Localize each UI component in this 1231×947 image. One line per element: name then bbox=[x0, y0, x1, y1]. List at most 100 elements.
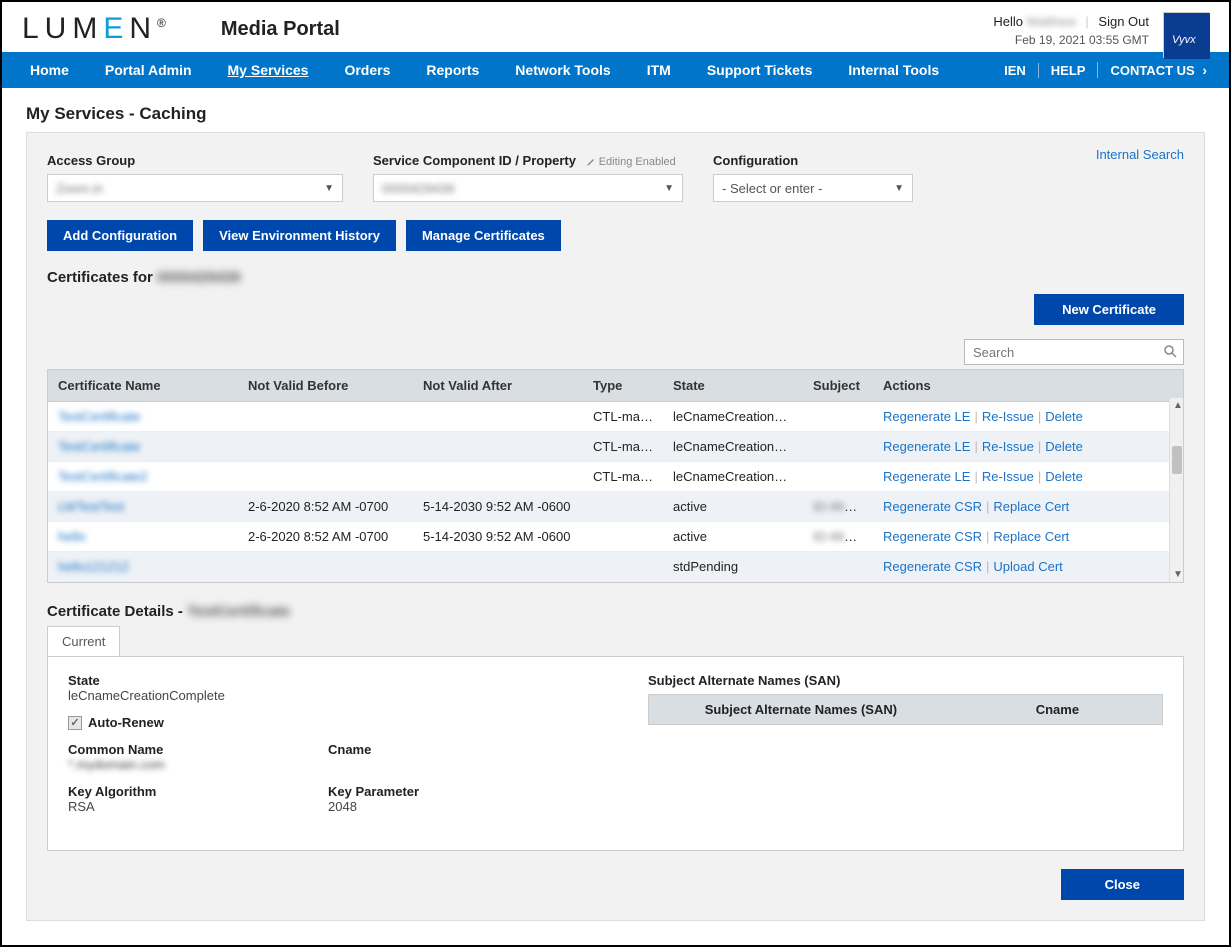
config-select[interactable]: - Select or enter - ▼ bbox=[713, 174, 913, 202]
manage-certs-button[interactable]: Manage Certificates bbox=[406, 220, 561, 251]
table-row[interactable]: TestCertificateCTL-man…leCnameCreation…R… bbox=[48, 432, 1183, 462]
config-label: Configuration bbox=[713, 153, 913, 168]
nav-internal-tools[interactable]: Internal Tools bbox=[830, 62, 957, 78]
cell-subject bbox=[803, 402, 873, 432]
logo: LUMEN® bbox=[22, 12, 166, 46]
portal-title: Media Portal bbox=[221, 18, 340, 41]
filter-access-group: Access Group Zoom.in ▼ bbox=[47, 153, 343, 202]
nav-support-tickets[interactable]: Support Tickets bbox=[689, 62, 831, 78]
cell-state: leCnameCreation… bbox=[663, 432, 803, 462]
scid-label-text: Service Component ID / Property bbox=[373, 153, 576, 168]
nav-home[interactable]: Home bbox=[12, 62, 87, 78]
action-link[interactable]: Regenerate CSR bbox=[883, 499, 982, 514]
scid-label: Service Component ID / Property Editing … bbox=[373, 153, 683, 168]
cell-after bbox=[413, 462, 583, 492]
chevron-down-icon: ▼ bbox=[324, 183, 334, 194]
cert-name[interactable]: hello bbox=[58, 529, 85, 544]
col-not-valid-after[interactable]: Not Valid After bbox=[413, 370, 583, 402]
main-panel: Internal Search Access Group Zoom.in ▼ S… bbox=[26, 132, 1205, 921]
nav-my-services[interactable]: My Services bbox=[210, 62, 327, 78]
action-link[interactable]: Upload Cert bbox=[993, 559, 1062, 574]
cert-for-label: Certificates for bbox=[47, 269, 153, 286]
filters-row: Access Group Zoom.in ▼ Service Component… bbox=[47, 153, 1184, 202]
cell-state: active bbox=[663, 522, 803, 552]
action-link[interactable]: Delete bbox=[1045, 439, 1083, 454]
new-certificate-button[interactable]: New Certificate bbox=[1034, 294, 1184, 325]
nav-reports[interactable]: Reports bbox=[408, 62, 497, 78]
cert-name[interactable]: TestCertificate bbox=[58, 409, 140, 424]
logo-pre: LUM bbox=[22, 12, 103, 45]
access-group-select[interactable]: Zoom.in ▼ bbox=[47, 174, 343, 202]
table-row[interactable]: hello2-6-2020 8:52 AM -07005-14-2030 9:5… bbox=[48, 522, 1183, 552]
cell-type: CTL-man… bbox=[583, 402, 663, 432]
scroll-up-icon[interactable]: ▲ bbox=[1173, 400, 1183, 411]
details-pane: State leCnameCreationComplete ✓ Auto-Ren… bbox=[47, 656, 1184, 851]
hello-label: Hello bbox=[993, 14, 1023, 29]
cell-subject: ID:4962,ST=… bbox=[803, 492, 873, 522]
tab-current[interactable]: Current bbox=[47, 626, 120, 656]
cell-before bbox=[238, 402, 413, 432]
col-cert-name[interactable]: Certificate Name bbox=[48, 370, 238, 402]
separator: | bbox=[1085, 14, 1088, 29]
cert-name[interactable]: TestCertificate2 bbox=[58, 469, 148, 484]
table-row[interactable]: TestCertificate2CTL-man…leCnameCreation…… bbox=[48, 462, 1183, 492]
action-link[interactable]: Delete bbox=[1045, 409, 1083, 424]
table-row[interactable]: hello121212stdPendingRegenerate CSR|Uplo… bbox=[48, 552, 1183, 582]
search-box[interactable] bbox=[964, 339, 1184, 365]
scroll-thumb[interactable] bbox=[1172, 446, 1182, 474]
action-link[interactable]: Replace Cert bbox=[993, 499, 1069, 514]
checkbox-icon: ✓ bbox=[68, 716, 82, 730]
view-env-history-button[interactable]: View Environment History bbox=[203, 220, 396, 251]
action-link[interactable]: Replace Cert bbox=[993, 529, 1069, 544]
col-state[interactable]: State bbox=[663, 370, 803, 402]
search-icon bbox=[1163, 344, 1177, 361]
add-configuration-button[interactable]: Add Configuration bbox=[47, 220, 193, 251]
close-button[interactable]: Close bbox=[1061, 869, 1184, 900]
search-input[interactable] bbox=[971, 344, 1163, 361]
scid-select[interactable]: 0000429439 ▼ bbox=[373, 174, 683, 202]
cert-name[interactable]: TestCertificate bbox=[58, 439, 140, 454]
timestamp: Feb 19, 2021 03:55 GMT bbox=[993, 33, 1149, 47]
details-left: State leCnameCreationComplete ✓ Auto-Ren… bbox=[68, 673, 588, 826]
action-link[interactable]: Re-Issue bbox=[982, 439, 1034, 454]
config-placeholder: - Select or enter - bbox=[722, 181, 822, 196]
nav-help[interactable]: HELP bbox=[1038, 63, 1098, 78]
page-title: My Services - Caching bbox=[2, 88, 1229, 132]
internal-search-link[interactable]: Internal Search bbox=[1096, 147, 1184, 162]
top-right: Hello Matthew | Sign Out Feb 19, 2021 03… bbox=[993, 14, 1149, 47]
auto-renew-checkbox[interactable]: ✓ Auto-Renew bbox=[68, 715, 588, 730]
action-link[interactable]: Re-Issue bbox=[982, 469, 1034, 484]
action-link[interactable]: Regenerate CSR bbox=[883, 559, 982, 574]
action-link[interactable]: Regenerate CSR bbox=[883, 529, 982, 544]
action-link[interactable]: Regenerate LE bbox=[883, 409, 970, 424]
scroll-down-icon[interactable]: ▼ bbox=[1173, 569, 1183, 580]
nav-ien[interactable]: IEN bbox=[992, 63, 1038, 78]
nav-portal-admin[interactable]: Portal Admin bbox=[87, 62, 210, 78]
col-subject[interactable]: Subject bbox=[803, 370, 873, 402]
col-not-valid-before[interactable]: Not Valid Before bbox=[238, 370, 413, 402]
nav-network-tools[interactable]: Network Tools bbox=[497, 62, 628, 78]
table-row[interactable]: LWTestTest2-6-2020 8:52 AM -07005-14-203… bbox=[48, 492, 1183, 522]
table-row[interactable]: TestCertificate CTL-man…leCnameCreation… R… bbox=[48, 402, 1183, 432]
cell-state: leCnameCreation… bbox=[663, 402, 803, 432]
nav-itm[interactable]: ITM bbox=[629, 62, 689, 78]
sign-out-link[interactable]: Sign Out bbox=[1098, 14, 1149, 29]
logo-reg: ® bbox=[157, 16, 166, 30]
action-link[interactable]: Delete bbox=[1045, 469, 1083, 484]
cert-details-title: Certificate Details - TestCertificate bbox=[47, 603, 1184, 620]
action-link[interactable]: Regenerate LE bbox=[883, 469, 970, 484]
nav-contact[interactable]: CONTACT US › bbox=[1097, 62, 1219, 78]
cert-name[interactable]: hello121212 bbox=[58, 559, 129, 574]
access-group-value: Zoom.in bbox=[56, 181, 103, 196]
action-link[interactable]: Regenerate LE bbox=[883, 439, 970, 454]
scrollbar[interactable]: ▲ ▼ bbox=[1169, 398, 1183, 582]
details-tabs: Current bbox=[47, 626, 1184, 656]
cell-before bbox=[238, 552, 413, 582]
action-link[interactable]: Re-Issue bbox=[982, 409, 1034, 424]
cell-after: 5-14-2030 9:52 AM -0600 bbox=[413, 492, 583, 522]
col-type[interactable]: Type bbox=[583, 370, 663, 402]
cell-before bbox=[238, 462, 413, 492]
nav-orders[interactable]: Orders bbox=[326, 62, 408, 78]
cell-subject: ID:4962,ST=… bbox=[803, 522, 873, 552]
cert-name[interactable]: LWTestTest bbox=[58, 499, 124, 514]
